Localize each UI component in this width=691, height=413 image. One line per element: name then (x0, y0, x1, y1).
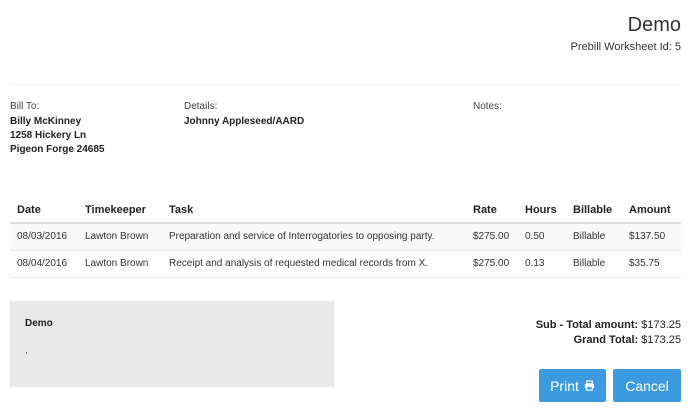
col-header-hours: Hours (518, 198, 566, 224)
details-label: Details: (184, 101, 218, 112)
grand-total-line: Grand Total: $173.25 (536, 333, 681, 348)
line-items-table: Date Timekeeper Task Rate Hours Billable… (10, 198, 681, 278)
table-header-row: Date Timekeeper Task Rate Hours Billable… (10, 198, 681, 224)
bill-to-city: Pigeon Forge 24685 (10, 144, 105, 155)
cell-billable: Billable (566, 223, 622, 251)
worksheet-id-value: 5 (674, 41, 681, 53)
print-button[interactable]: Print (539, 369, 606, 402)
cell-rate: $275.00 (466, 250, 518, 278)
cell-timekeeper: Lawton Brown (78, 250, 162, 278)
notes-box: Demo , (10, 301, 334, 387)
notes-box-text: , (25, 345, 28, 356)
subtotal-line: Sub - Total amount: $173.25 (536, 318, 681, 333)
notes-label: Notes: (473, 101, 502, 112)
col-header-timekeeper: Timekeeper (78, 198, 162, 224)
grand-total-value: $173.25 (641, 334, 681, 346)
cancel-button[interactable]: Cancel (613, 369, 681, 402)
subtotal-label: Sub - Total amount: (535, 319, 639, 331)
cell-date: 08/03/2016 (10, 223, 78, 251)
subtotal-value: $173.25 (641, 319, 681, 331)
cell-hours: 0.50 (518, 223, 566, 251)
cell-date: 08/04/2016 (10, 250, 78, 278)
cell-rate: $275.00 (466, 223, 518, 251)
bill-to-name: Billy McKinney (10, 116, 82, 127)
table-row: 08/04/2016 Lawton Brown Receipt and anal… (10, 250, 681, 278)
table-row: 08/03/2016 Lawton Brown Preparation and … (10, 223, 681, 251)
print-button-label: Print (550, 377, 579, 394)
col-header-date: Date (10, 198, 78, 224)
bill-to-address: 1258 Hickery Ln (10, 130, 87, 141)
cell-amount: $35.75 (622, 250, 681, 278)
col-header-task: Task (162, 198, 466, 224)
worksheet-id-label: Prebill Worksheet Id: (570, 41, 672, 53)
details-value: Johnny Appleseed/AARD (184, 116, 305, 127)
totals-block: Sub - Total amount: $173.25 Grand Total:… (536, 318, 681, 348)
company-name: Demo (627, 14, 681, 36)
notes-box-title: Demo (25, 318, 53, 329)
cell-timekeeper: Lawton Brown (78, 223, 162, 251)
cell-task: Preparation and service of Interrogatori… (162, 223, 466, 251)
col-header-billable: Billable (566, 198, 622, 224)
grand-total-label: Grand Total: (573, 334, 639, 346)
worksheet-id-line: Prebill Worksheet Id: 5 (571, 41, 681, 53)
cell-amount: $137.50 (622, 223, 681, 251)
col-header-amount: Amount (622, 198, 681, 224)
header-divider (10, 84, 681, 85)
cell-billable: Billable (566, 250, 622, 278)
cancel-button-label: Cancel (625, 377, 669, 394)
cell-task: Receipt and analysis of requested medica… (162, 250, 466, 278)
printer-icon (584, 380, 595, 391)
cell-hours: 0.13 (518, 250, 566, 278)
bill-to-label: Bill To: (10, 101, 40, 112)
bill-to-block: Billy McKinney 1258 Hickery Ln Pigeon Fo… (10, 115, 104, 157)
col-header-rate: Rate (466, 198, 518, 224)
